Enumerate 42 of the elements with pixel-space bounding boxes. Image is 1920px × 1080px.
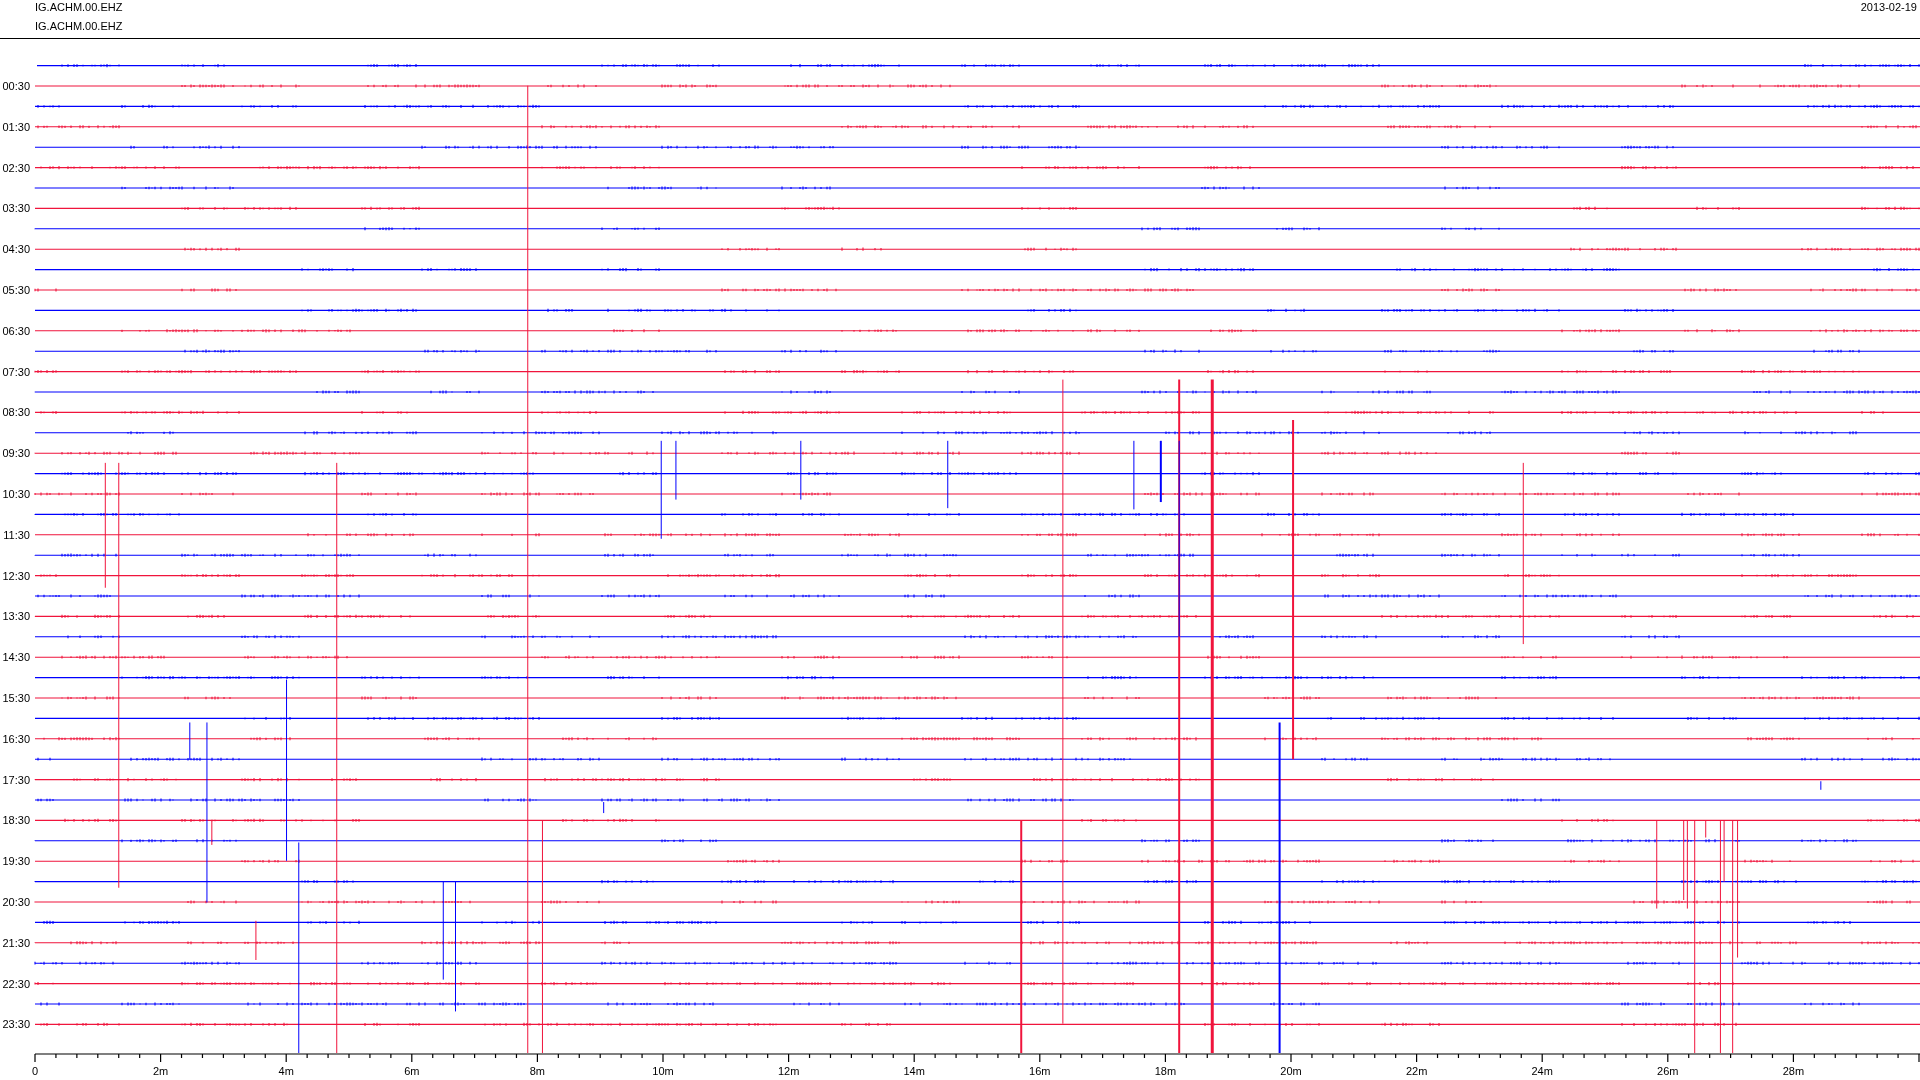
- axis-tick-label: 26m: [1657, 1065, 1679, 1077]
- time-label: 16:30: [2, 732, 30, 745]
- axis-tick-label: 18m: [1154, 1065, 1177, 1077]
- axis-tick-label: 14m: [903, 1065, 925, 1077]
- time-label: 12:30: [2, 569, 30, 582]
- time-label: 15:30: [2, 692, 30, 704]
- time-label: 22:30: [2, 977, 30, 990]
- time-label: 01:30: [2, 120, 30, 133]
- time-label: 18:30: [2, 814, 30, 827]
- time-label: 02:30: [2, 161, 30, 174]
- axis-tick-label: 4m: [278, 1065, 294, 1077]
- time-label: 03:30: [2, 202, 30, 215]
- time-label: 17:30: [2, 773, 30, 786]
- time-label: 21:30: [2, 936, 30, 949]
- time-label: 00:30: [2, 80, 30, 92]
- axis-tick-label: 12m: [777, 1065, 800, 1077]
- trace-id-label: IG.ACHM.00.EHZ: [35, 1, 123, 13]
- axis-tick-label: 2m: [152, 1065, 169, 1077]
- trace-id-label: IG.ACHM.00.EHZ: [35, 20, 123, 32]
- axis-tick-label: 20m: [1280, 1065, 1302, 1077]
- date-label: 2013-02-19: [1860, 1, 1917, 13]
- time-label: 09:30: [2, 447, 30, 460]
- time-label: 14:30: [2, 651, 30, 664]
- time-label: 11:30: [3, 528, 30, 541]
- axis-tick-label: 8m: [529, 1065, 546, 1077]
- axis-tick-label: 22m: [1405, 1065, 1428, 1077]
- axis-tick-label: 16m: [1029, 1065, 1051, 1077]
- time-label: 06:30: [2, 324, 30, 337]
- time-label: 08:30: [2, 406, 30, 419]
- time-label: 05:30: [2, 284, 30, 296]
- axis-tick-label: 28m: [1782, 1065, 1805, 1077]
- time-label: 13:30: [2, 610, 30, 623]
- time-label: 04:30: [2, 243, 30, 256]
- axis-tick-label: 6m: [404, 1065, 420, 1077]
- time-label: 19:30: [2, 855, 30, 868]
- time-label: 10:30: [2, 488, 30, 500]
- time-label: 07:30: [2, 365, 30, 378]
- axis-tick-label: 10m: [652, 1065, 674, 1077]
- time-label: 23:30: [2, 1018, 30, 1031]
- axis-tick-label: 0: [31, 1065, 39, 1077]
- time-label: 20:30: [2, 896, 30, 908]
- axis-tick-label: 24m: [1531, 1065, 1553, 1077]
